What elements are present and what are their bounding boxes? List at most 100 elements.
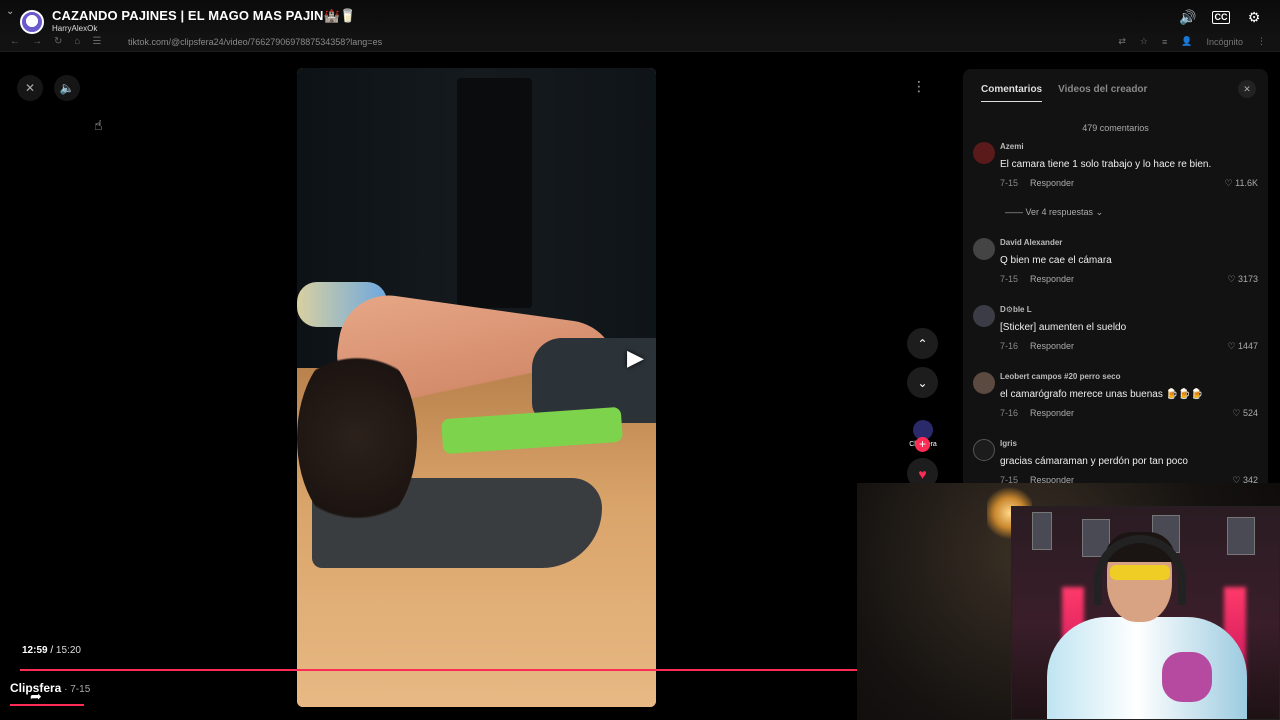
tab-comments[interactable]: Comentarios: [981, 84, 1043, 102]
more-options-icon[interactable]: ⋮: [912, 78, 926, 95]
reply-button[interactable]: Responder: [1030, 408, 1074, 418]
close-icon[interactable]: ✕: [17, 75, 43, 101]
heart-outline-icon[interactable]: ♡: [1227, 274, 1235, 284]
volume-icon[interactable]: 🔊: [1178, 8, 1198, 26]
reply-button[interactable]: Responder: [1030, 475, 1074, 483]
comment-likes[interactable]: ♡ 11.6K: [1225, 178, 1258, 189]
avatar[interactable]: [973, 372, 995, 394]
browser-toolbar: ← → ↻ ⌂ ☰ tiktok.com/@clipsfera24/video/…: [0, 34, 1280, 52]
channel-avatar[interactable]: [20, 10, 44, 34]
avatar[interactable]: [973, 305, 995, 327]
comment-date: 7-15: [1000, 178, 1019, 188]
panel-tabs: Comentarios Videos del creador: [981, 84, 1147, 102]
profile-label[interactable]: Incógnito: [1206, 37, 1243, 47]
comments-panel: Comentarios Videos del creador ✕ 479 com…: [963, 69, 1268, 483]
bookmark-star-icon[interactable]: ☆: [1140, 36, 1148, 47]
comment-date: 7-15: [1000, 475, 1019, 483]
video-player[interactable]: ▶: [297, 68, 656, 707]
channel-name[interactable]: HarryAlexOk: [52, 24, 97, 33]
comment-meta: 7-16 Responder: [1000, 341, 1074, 351]
comment-meta: 7-16 Responder: [1000, 408, 1074, 418]
comment-text: gracias cámaraman y perdón por tan poco: [1000, 456, 1188, 467]
view-replies-label: Ver 4 respuestas: [1025, 207, 1094, 217]
view-replies-button[interactable]: —— Ver 4 respuestas ⌄: [1005, 207, 1103, 218]
translate-icon[interactable]: ⇄: [1118, 36, 1126, 47]
comment-likes[interactable]: ♡ 342: [1232, 475, 1258, 483]
youtube-title-bar: ⌄ CAZANDO PAJINES | EL MAGO MAS PAJIN🏰🥛 …: [0, 0, 1280, 34]
comment-date: 7-16: [1000, 341, 1019, 351]
like-count: 11.6K: [1235, 178, 1258, 188]
hand-cursor-icon: ☝: [94, 117, 103, 133]
comment-likes[interactable]: ♡ 524: [1232, 408, 1258, 419]
reading-list-icon[interactable]: ≡: [1162, 37, 1167, 47]
comment-count: 479 comentarios: [1082, 123, 1149, 133]
comment-likes[interactable]: ♡ 1447: [1227, 341, 1258, 352]
heart-outline-icon[interactable]: ♡: [1232, 475, 1240, 483]
avatar[interactable]: [973, 142, 995, 164]
comment-date: 7-16: [1000, 408, 1019, 418]
back-icon[interactable]: ←: [10, 36, 20, 47]
webcam-poster: [1227, 517, 1255, 555]
comment-username[interactable]: Leobert campos #20 perro seco: [1000, 372, 1121, 381]
menu-kebab-icon[interactable]: ⋮: [1257, 36, 1266, 47]
playback-time: 12:59 / 15:20: [22, 645, 81, 656]
browser-right-controls: ⇄ ☆ ≡ 👤 Incógnito ⋮: [1118, 36, 1266, 47]
share-icon[interactable]: ➦: [30, 688, 42, 705]
reload-icon[interactable]: ↻: [54, 36, 62, 47]
play-icon[interactable]: ▶: [627, 345, 644, 371]
comment-date: 7-15: [1000, 274, 1019, 284]
comment-meta: 7-15 Responder: [1000, 475, 1074, 483]
webcam-poster: [1032, 512, 1052, 550]
comment-text: Q bien me cae el cámara: [1000, 255, 1112, 266]
webcam-person-glasses: [1110, 565, 1170, 580]
reply-button[interactable]: Responder: [1030, 178, 1074, 188]
site-info-icon[interactable]: ☰: [92, 36, 101, 47]
comment-username[interactable]: David Alexander: [1000, 238, 1062, 247]
comment-text: [Sticker] aumenten el sueldo: [1000, 322, 1127, 333]
heart-outline-icon[interactable]: ♡: [1227, 341, 1235, 351]
browser-nav: ← → ↻ ⌂ ☰: [10, 36, 101, 47]
forward-icon[interactable]: →: [32, 36, 42, 47]
tab-creator-videos[interactable]: Videos del creador: [1058, 84, 1147, 102]
like-count: 342: [1242, 475, 1258, 483]
creator-info: Clipsfera · 7-15: [10, 681, 90, 695]
webcam-feed: [1011, 506, 1280, 720]
previous-video-chevron-up-icon[interactable]: ⌃: [907, 328, 938, 359]
comment-text: El camara tiene 1 solo trabajo y lo hace…: [1000, 159, 1212, 170]
chevron-down-icon: ⌄: [1095, 207, 1104, 217]
next-video-chevron-down-icon[interactable]: ⌄: [907, 367, 938, 398]
avatar[interactable]: [973, 439, 995, 461]
incognito-icon[interactable]: 👤: [1181, 36, 1192, 47]
time-separator: /: [47, 645, 56, 656]
screen: ⌄ CAZANDO PAJINES | EL MAGO MAS PAJIN🏰🥛 …: [0, 0, 1280, 720]
comment-text: el camarógrafo merece unas buenas 🍺🍺🍺: [1000, 389, 1204, 400]
reply-button[interactable]: Responder: [1030, 274, 1074, 284]
bottom-indicator: [10, 704, 84, 706]
heart-outline-icon[interactable]: ♡: [1232, 408, 1240, 418]
follow-button[interactable]: +: [915, 437, 930, 452]
avatar[interactable]: [973, 238, 995, 260]
comment-username[interactable]: D⚙ble L: [1000, 305, 1032, 314]
comment-likes[interactable]: ♡ 3173: [1227, 274, 1258, 285]
comment-meta: 7-15 Responder: [1000, 274, 1074, 284]
close-icon[interactable]: ✕: [1238, 80, 1256, 98]
mute-icon[interactable]: 🔈: [54, 75, 80, 101]
settings-icon[interactable]: ⚙: [1244, 8, 1264, 26]
webcam-person-hand: [1162, 652, 1212, 702]
address-bar[interactable]: tiktok.com/@clipsfera24/video/7662790697…: [128, 37, 382, 47]
like-count: 524: [1242, 408, 1258, 418]
heart-outline-icon[interactable]: ♡: [1225, 178, 1233, 188]
reply-button[interactable]: Responder: [1030, 341, 1074, 351]
comment-username[interactable]: Azemi: [1000, 142, 1024, 151]
captions-icon[interactable]: CC: [1212, 10, 1230, 24]
post-date: · 7-15: [61, 684, 91, 695]
current-time: 12:59: [22, 645, 48, 656]
home-icon[interactable]: ⌂: [74, 36, 80, 47]
youtube-controls: 🔊 CC ⚙: [1178, 8, 1264, 26]
video-title[interactable]: CAZANDO PAJINES | EL MAGO MAS PAJIN🏰🥛: [52, 8, 356, 24]
video-frame-head: [297, 343, 417, 533]
chevron-down-icon[interactable]: ⌄: [6, 6, 20, 20]
comment-meta: 7-15 Responder: [1000, 178, 1074, 188]
total-time: 15:20: [55, 645, 81, 656]
comment-username[interactable]: lgris: [1000, 439, 1017, 448]
